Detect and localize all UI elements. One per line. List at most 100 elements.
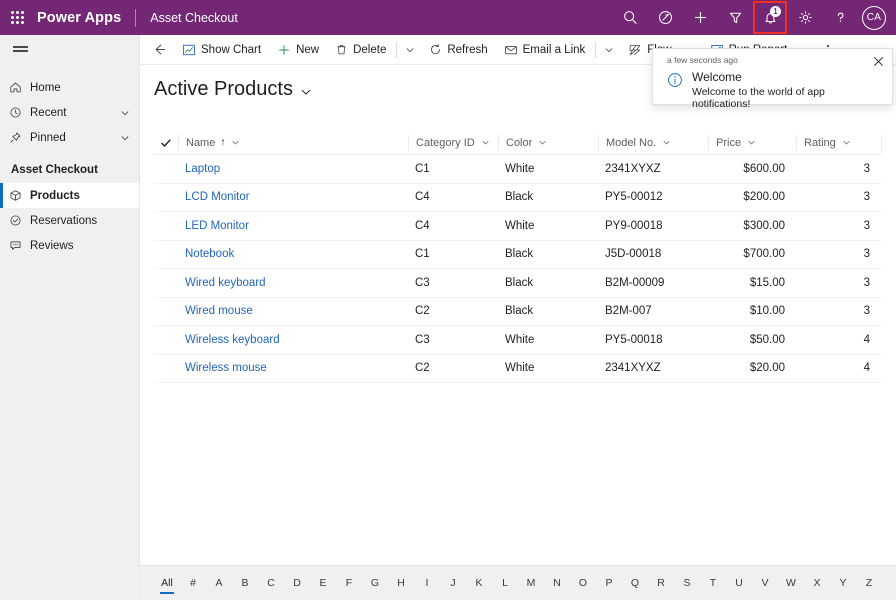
alpha-filter-h[interactable]: H [388,575,414,591]
record-link[interactable]: Wireless keyboard [185,334,280,346]
filter-button[interactable] [718,0,753,35]
show-chart-button[interactable]: Show Chart [174,35,269,65]
sidebar-collapse-button[interactable] [0,35,139,67]
alpha-filter-i[interactable]: I [414,575,440,591]
alpha-filter-c[interactable]: C [258,575,284,591]
view-selector[interactable]: Active Products [140,65,312,113]
sort-ascending-icon: ↑ [220,137,226,148]
new-record-button[interactable] [683,0,718,35]
delete-dropdown-button[interactable] [399,35,421,65]
sidebar-item-reservations[interactable]: Reservations [0,208,139,233]
alpha-filter-f[interactable]: F [336,575,362,591]
email-a-link-dropdown-button[interactable] [598,35,620,65]
alpha-filter-w[interactable]: W [778,575,804,591]
alpha-filter-hash[interactable]: # [180,575,206,591]
alpha-filter-t[interactable]: T [700,575,726,591]
sidebar-item-products[interactable]: Products [0,183,139,208]
alpha-filter-q[interactable]: Q [622,575,648,591]
table-row[interactable]: Wireless keyboard C3 White PY5-00018 $50.00 4 [154,326,882,355]
table-row[interactable]: Wired keyboard C3 Black B2M-00009 $15.00 3 [154,269,882,298]
search-button[interactable] [613,0,648,35]
chevron-down-icon[interactable] [120,108,130,118]
alpha-filter-j[interactable]: J [440,575,466,591]
alpha-filter-v[interactable]: V [752,575,778,591]
cell-price: $700.00 [743,248,785,261]
record-link[interactable]: LED Monitor [185,220,249,232]
hamburger-icon [13,47,28,52]
delete-button[interactable]: Delete [327,35,394,65]
app-name[interactable]: Asset Checkout [150,11,238,25]
clock-icon [9,106,30,119]
sidebar-item-home[interactable]: Home [0,75,139,100]
select-all-checkbox[interactable] [154,137,178,149]
chevron-down-icon[interactable] [481,138,490,147]
waffle-menu-button[interactable] [0,0,34,35]
sidebar-item-recent[interactable]: Recent [0,100,139,125]
alpha-filter-u[interactable]: U [726,575,752,591]
alpha-filter-b[interactable]: B [232,575,258,591]
record-link[interactable]: Notebook [185,248,234,260]
column-header-price[interactable]: Price [708,134,796,151]
alpha-filter-p[interactable]: P [596,575,622,591]
chevron-down-icon[interactable] [300,82,312,98]
column-header-model-no[interactable]: Model No. [598,134,708,151]
table-row[interactable]: LCD Monitor C4 Black PY5-00012 $200.00 3 [154,184,882,212]
column-header-color[interactable]: Color [498,134,598,151]
table-row[interactable]: LED Monitor C4 White PY9-00018 $300.00 3 [154,212,882,241]
alpha-filter-g[interactable]: G [362,575,388,591]
record-link[interactable]: Wired keyboard [185,277,266,289]
settings-button[interactable] [788,0,823,35]
notifications-button[interactable]: 1 [753,0,788,35]
alpha-filter-x[interactable]: X [804,575,830,591]
new-button[interactable]: New [269,35,327,65]
notification-header: a few seconds ago [653,49,892,69]
email-a-link-button[interactable]: Email a Link [496,35,594,65]
alpha-filter-e[interactable]: E [310,575,336,591]
table-row[interactable]: Wireless mouse C2 White 2341XYXZ $20.00 4 [154,355,882,383]
cell-color: White [505,219,535,232]
plus-icon [695,12,706,23]
user-avatar[interactable]: CA [862,5,886,30]
alpha-filter-m[interactable]: M [518,575,544,591]
record-link[interactable]: Wired mouse [185,305,253,317]
column-header-name[interactable]: Name ↑ [178,134,408,151]
alpha-filter-l[interactable]: L [492,575,518,591]
chevron-down-icon[interactable] [231,138,240,147]
chevron-down-icon[interactable] [538,138,547,147]
refresh-button[interactable]: Refresh [421,35,495,65]
cell-model-no: PY5-00018 [605,333,663,346]
table-row[interactable]: Laptop C1 White 2341XYXZ $600.00 3 [154,155,882,184]
record-link[interactable]: Wireless mouse [185,362,267,374]
assistant-button[interactable] [648,0,683,35]
alpha-filter-s[interactable]: S [674,575,700,591]
column-header-category-id[interactable]: Category ID [408,134,498,151]
alpha-filter-k[interactable]: K [466,575,492,591]
alpha-filter-o[interactable]: O [570,575,596,591]
alpha-filter-n[interactable]: N [544,575,570,591]
chevron-down-icon[interactable] [662,138,671,147]
close-button[interactable] [870,53,886,69]
chevron-down-icon[interactable] [842,138,851,147]
record-link[interactable]: LCD Monitor [185,191,250,203]
back-button[interactable] [144,35,174,65]
alpha-filter-z[interactable]: Z [856,575,882,591]
chevron-down-icon[interactable] [747,138,756,147]
record-link[interactable]: Laptop [185,163,220,175]
alpha-filter-y[interactable]: Y [830,575,856,591]
brand-title[interactable]: Power Apps [37,10,121,26]
alpha-filter-r[interactable]: R [648,575,674,591]
cell-model-no: B2M-00009 [605,276,665,289]
chevron-down-icon[interactable] [120,133,130,143]
table-row[interactable]: Wired mouse C2 Black B2M-007 $10.00 3 [154,298,882,326]
command-label: Show Chart [201,43,262,56]
close-icon [873,56,883,66]
sidebar-item-reviews[interactable]: Reviews [0,233,139,258]
command-label: Email a Link [522,43,586,56]
help-button[interactable] [823,0,858,35]
alpha-filter-all[interactable]: All [154,575,180,591]
alpha-filter-d[interactable]: D [284,575,310,591]
alpha-filter-a[interactable]: A [206,575,232,591]
column-header-rating[interactable]: Rating [796,134,881,151]
sidebar-item-pinned[interactable]: Pinned [0,125,139,150]
table-row[interactable]: Notebook C1 Black J5D-00018 $700.00 3 [154,241,882,269]
